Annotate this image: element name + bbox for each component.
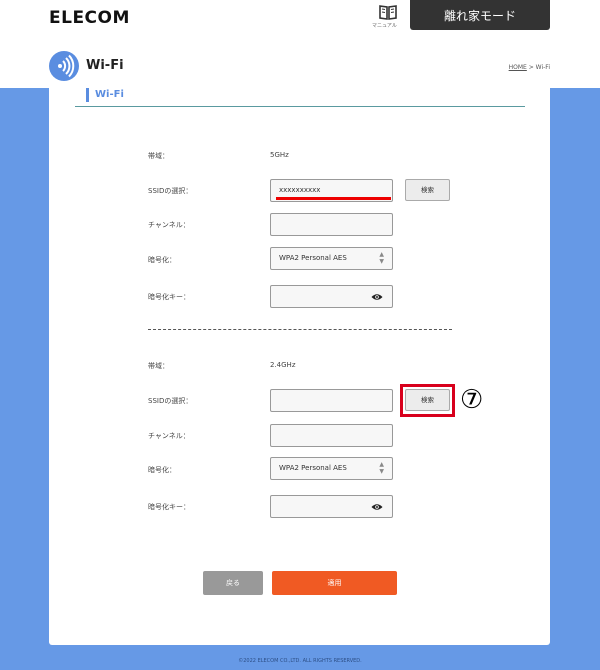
encryption-select-5g[interactable]: WPA2 Personal AES ▲ ▼ <box>270 247 393 270</box>
breadcrumb-separator: > <box>526 64 536 71</box>
book-icon <box>379 5 397 20</box>
search-button-5g[interactable]: 検索 <box>405 179 450 201</box>
key-field-24g[interactable] <box>270 495 393 518</box>
manual-label: マニュアル <box>372 23 397 29</box>
key-label-24g: 暗号化キー： <box>148 503 190 511</box>
breadcrumb-current: Wi-Fi <box>535 64 550 71</box>
channel-label-5g: チャンネル： <box>148 221 190 229</box>
manual-link[interactable]: マニュアル <box>372 4 404 29</box>
encryption-label-24g: 暗号化： <box>148 466 176 474</box>
wifi-icon <box>49 51 79 81</box>
channel-label-24g: チャンネル： <box>148 432 190 440</box>
section-title: Wi-Fi <box>86 88 124 102</box>
encryption-select-value-5g: WPA2 Personal AES <box>279 254 347 262</box>
band-value-5g: 5GHz <box>270 151 289 159</box>
search-button-highlight <box>400 384 455 417</box>
eye-icon[interactable] <box>371 293 383 301</box>
band-separator <box>148 329 452 330</box>
breadcrumb-home-link[interactable]: HOME <box>509 64 527 71</box>
band-value-24g: 2.4GHz <box>270 361 296 369</box>
eye-icon[interactable] <box>371 503 383 511</box>
channel-field-5g[interactable] <box>270 213 393 236</box>
back-button[interactable]: 戻る <box>203 571 263 595</box>
encryption-label-5g: 暗号化： <box>148 256 176 264</box>
select-arrows-icon: ▲ ▼ <box>379 461 384 475</box>
key-field-5g[interactable] <box>270 285 393 308</box>
ssid-red-underline <box>276 197 391 200</box>
section-divider <box>75 106 525 107</box>
elecom-logo[interactable]: ELECOM <box>49 8 130 28</box>
apply-button[interactable]: 適用 <box>272 571 397 595</box>
ssid-field-24g[interactable] <box>270 389 393 412</box>
page-title: Wi-Fi <box>86 58 124 73</box>
band-label-5g: 帯域： <box>148 152 169 160</box>
ssid-label-5g: SSIDの選択： <box>148 187 193 195</box>
mode-button[interactable]: 離れ家モード <box>410 0 550 30</box>
channel-field-24g[interactable] <box>270 424 393 447</box>
settings-card <box>49 88 550 645</box>
select-arrows-icon: ▲ ▼ <box>379 251 384 265</box>
key-label-5g: 暗号化キー： <box>148 293 190 301</box>
band-label-24g: 帯域： <box>148 362 169 370</box>
breadcrumb: HOME > Wi-Fi <box>509 64 550 71</box>
encryption-select-value-24g: WPA2 Personal AES <box>279 464 347 472</box>
encryption-select-24g[interactable]: WPA2 Personal AES ▲ ▼ <box>270 457 393 480</box>
step-marker: ⑦ <box>460 385 484 415</box>
copyright: ©2022 ELECOM CO.,LTD. ALL RIGHTS RESERVE… <box>238 658 362 664</box>
header: ELECOM マニュアル 離れ家モード <box>0 0 600 88</box>
ssid-label-24g: SSIDの選択： <box>148 397 193 405</box>
